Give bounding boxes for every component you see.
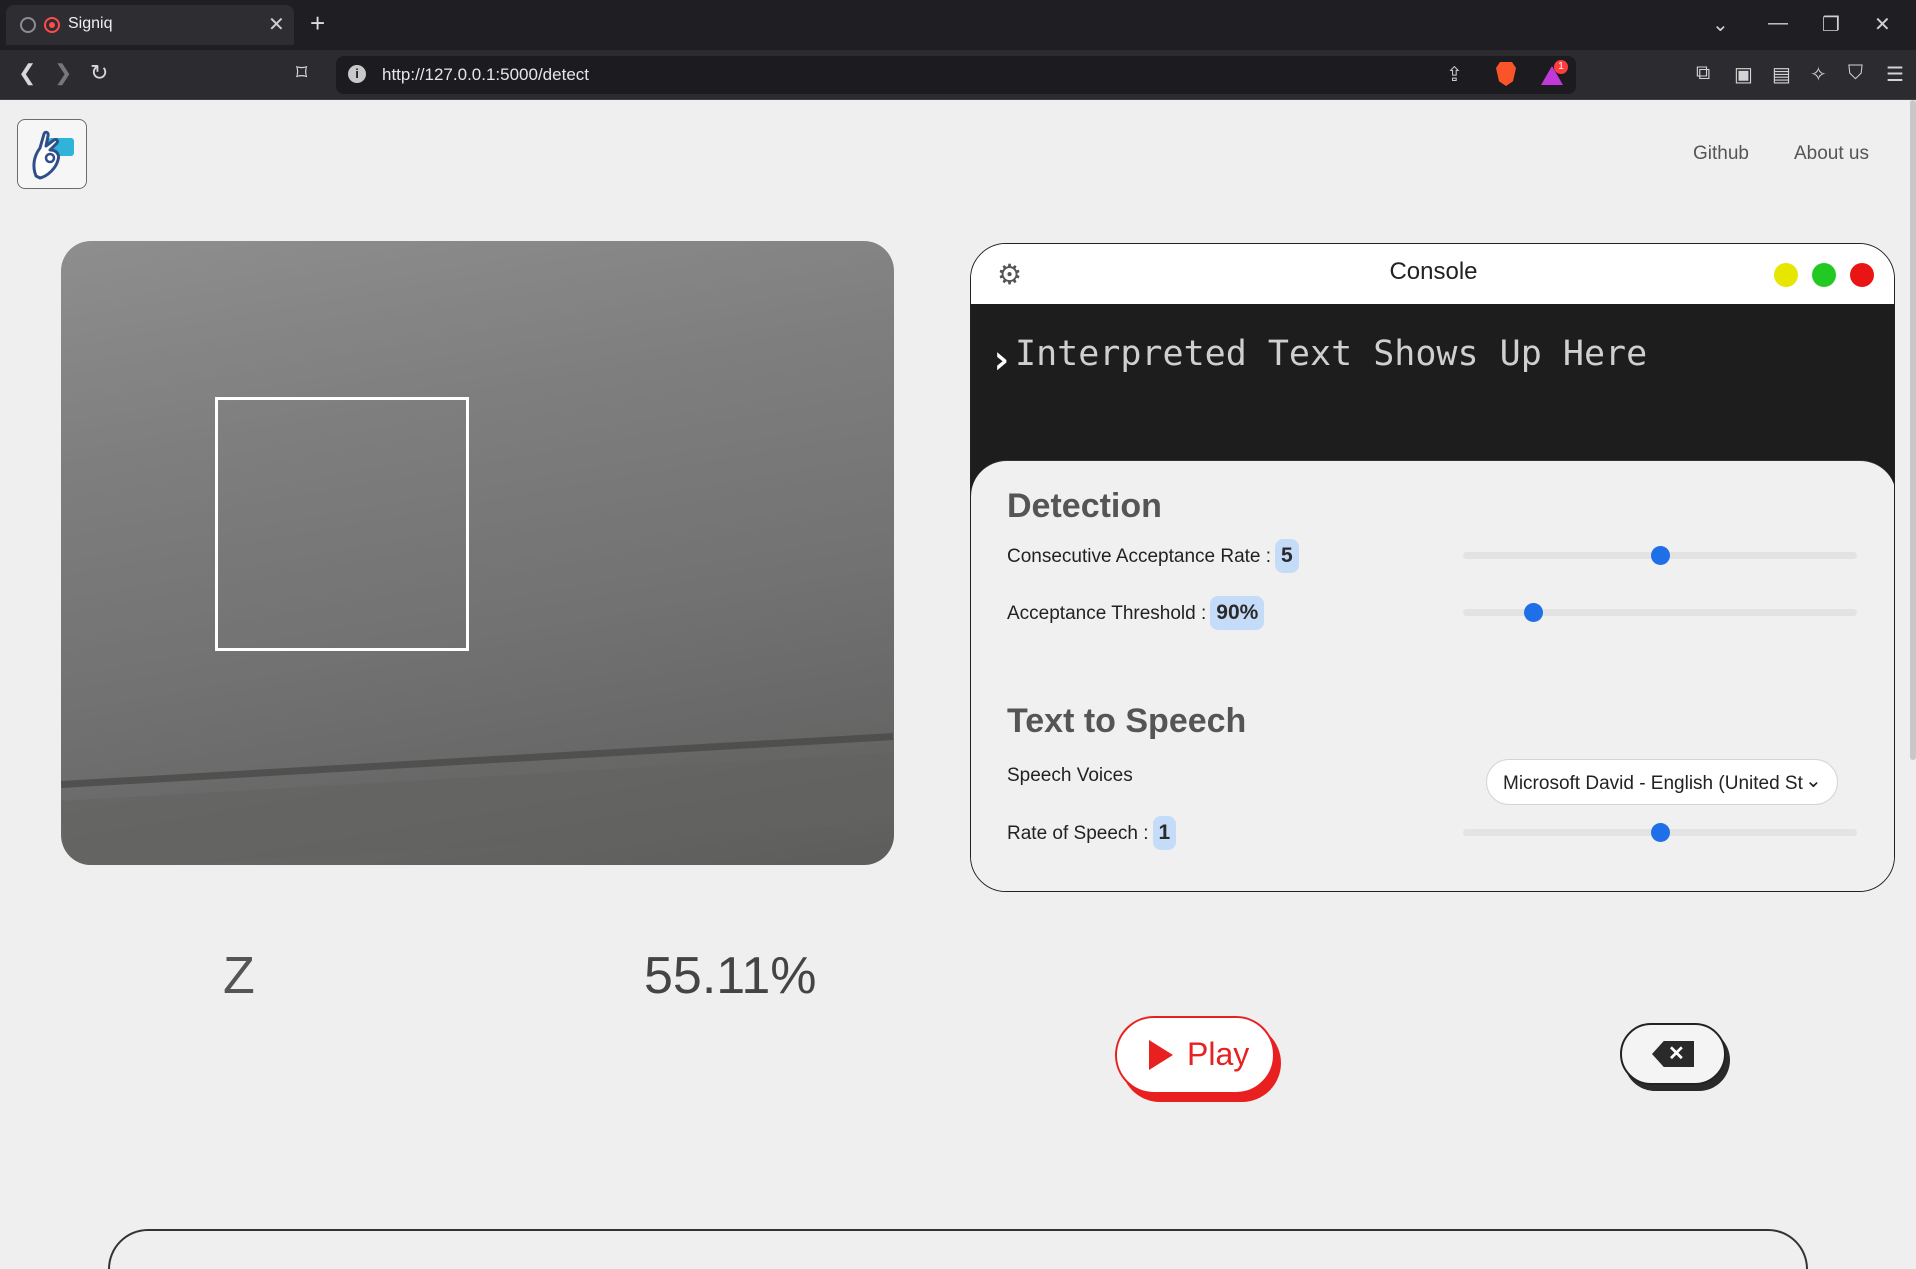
extensions-icon[interactable]: ⧉ <box>1696 62 1710 85</box>
restore-icon[interactable]: ❐ <box>1822 12 1840 37</box>
chevron-down-icon: ⌄ <box>1805 770 1822 792</box>
consecutive-value: 5 <box>1275 539 1299 573</box>
consecutive-row: Consecutive Acceptance Rate :5 <box>1007 539 1299 573</box>
threshold-slider[interactable] <box>1463 603 1857 622</box>
page: Github About us Z 55.11% ⚙ Console › Int… <box>0 101 1916 1269</box>
red-dot[interactable] <box>1850 263 1874 287</box>
browser-tab-bar: Signiq ✕ + ⌄ — ❐ ✕ <box>0 0 1916 50</box>
recording-icon <box>44 17 60 33</box>
rate-label: Rate of Speech : <box>1007 823 1149 844</box>
threshold-value: 90% <box>1210 596 1265 630</box>
rate-row: Rate of Speech :1 <box>1007 816 1177 850</box>
app-logo[interactable] <box>17 119 87 189</box>
bookmark-icon[interactable]: ⌑ <box>296 60 307 86</box>
predicted-letter: Z <box>223 947 255 1005</box>
camera-feed <box>61 241 894 865</box>
tab-title: Signiq <box>68 15 113 32</box>
toolbar-icons: ⧉ ▣ ▤ ✧ ⛉ ☰ <box>1690 50 1916 100</box>
minimize-icon[interactable]: — <box>1768 12 1788 35</box>
threshold-row: Acceptance Threshold :90% <box>1007 596 1265 630</box>
tts-title: Text to Speech <box>1007 702 1247 740</box>
sign-hand-icon <box>32 130 74 180</box>
play-label: Play <box>1187 1036 1250 1072</box>
rate-slider[interactable] <box>1463 823 1857 842</box>
scrollbar[interactable] <box>1910 100 1916 760</box>
prompt-chevron-icon: › <box>989 337 1014 383</box>
forward-icon[interactable]: ❯ <box>54 60 72 86</box>
new-tab-icon[interactable]: + <box>310 8 325 39</box>
detection-title: Detection <box>1007 487 1162 525</box>
slider-thumb[interactable] <box>1651 823 1670 842</box>
info-icon[interactable]: i <box>348 65 366 83</box>
console-window: ⚙ Console › Interpreted Text Shows Up He… <box>970 243 1895 892</box>
share-icon[interactable]: ⇪ <box>1446 62 1463 87</box>
voice-select-value: Microsoft David - English (United States… <box>1503 773 1803 794</box>
slider-thumb[interactable] <box>1524 603 1543 622</box>
detection-box <box>215 397 469 651</box>
console-title: Console <box>1389 258 1478 285</box>
leo-ai-icon[interactable]: ✧ <box>1810 62 1827 87</box>
voice-select[interactable]: Microsoft David - English (United States… <box>1486 759 1838 805</box>
close-window-icon[interactable]: ✕ <box>1874 12 1891 37</box>
menu-icon[interactable]: ☰ <box>1886 62 1904 87</box>
reload-icon[interactable]: ↻ <box>90 60 108 86</box>
yellow-dot[interactable] <box>1774 263 1798 287</box>
consecutive-slider[interactable] <box>1463 546 1857 565</box>
rewards-badge: 1 <box>1554 60 1568 74</box>
prediction-confidence: 55.11% <box>644 947 817 1005</box>
close-tab-icon[interactable]: ✕ <box>268 12 285 37</box>
green-dot[interactable] <box>1812 263 1836 287</box>
window-controls: ⌄ — ❐ ✕ <box>1676 0 1916 50</box>
nav-about-us[interactable]: About us <box>1794 143 1869 165</box>
sidebar-icon[interactable]: ▣ <box>1734 62 1753 87</box>
back-icon[interactable]: ❮ <box>18 60 36 86</box>
backspace-button[interactable]: ✕ <box>1620 1023 1726 1085</box>
settings-panel: Detection Consecutive Acceptance Rate :5… <box>971 460 1894 891</box>
speech-voices-label: Speech Voices <box>1007 765 1133 786</box>
wallet-icon[interactable]: ▤ <box>1772 62 1791 87</box>
browser-tab[interactable]: Signiq ✕ <box>6 5 294 45</box>
console-header: ⚙ Console <box>971 244 1894 304</box>
address-bar[interactable]: i http://127.0.0.1:5000/detect ⇪ 1 <box>336 56 1576 94</box>
consecutive-label: Consecutive Acceptance Rate : <box>1007 546 1272 567</box>
play-icon <box>1149 1040 1173 1070</box>
interpreted-text: Interpreted Text Shows Up Here <box>1015 334 1648 374</box>
nav-github[interactable]: Github <box>1693 143 1749 165</box>
backspace-x-icon: ✕ <box>1668 1043 1685 1065</box>
slider-thumb[interactable] <box>1651 546 1670 565</box>
bottom-panel-edge <box>108 1229 1808 1269</box>
camera-background <box>61 753 894 865</box>
url-text[interactable]: http://127.0.0.1:5000/detect <box>382 65 589 85</box>
vpn-icon[interactable]: ⛉ <box>1848 62 1863 85</box>
globe-icon <box>20 17 36 33</box>
threshold-label: Acceptance Threshold : <box>1007 603 1207 624</box>
brave-shields-icon[interactable] <box>1496 62 1516 86</box>
play-button[interactable]: Play <box>1115 1016 1275 1094</box>
browser-nav-bar: ❮ ❯ ↻ ⌑ i http://127.0.0.1:5000/detect ⇪… <box>0 50 1916 100</box>
chevron-down-icon[interactable]: ⌄ <box>1712 12 1729 37</box>
rate-value: 1 <box>1152 816 1177 850</box>
